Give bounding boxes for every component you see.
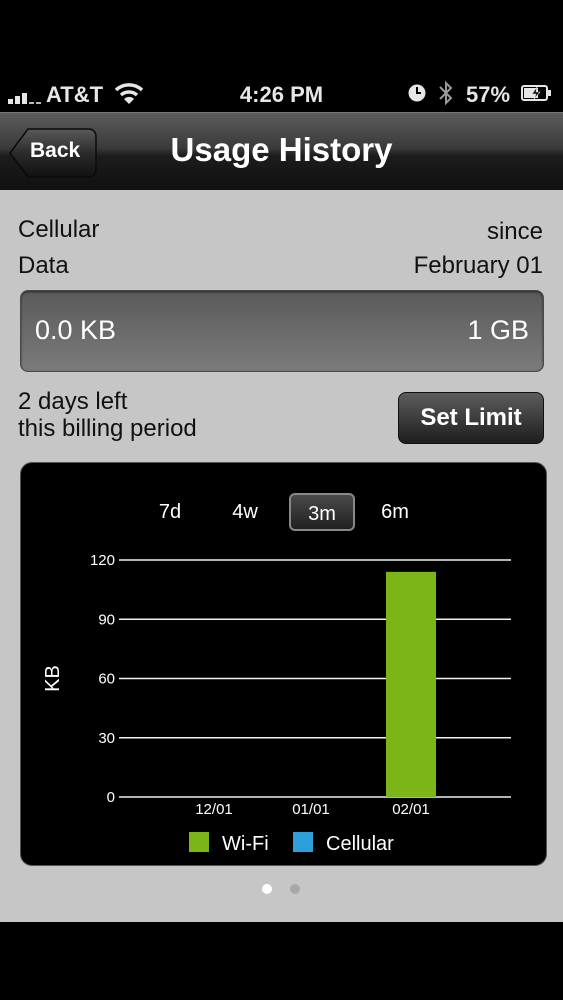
bottom-area: [0, 922, 563, 1000]
page-dot-1[interactable]: [262, 884, 272, 894]
navigation-bar: Back Usage History: [0, 112, 563, 191]
legend-label: Cellular: [326, 833, 394, 855]
page-title: Usage History: [170, 131, 393, 168]
usage-type-sublabel: Data: [18, 252, 69, 279]
page-indicator[interactable]: [0, 884, 563, 896]
legend-label: Wi-Fi: [222, 833, 269, 855]
since-label: since: [486, 218, 543, 245]
x-tick-label: 01/01: [292, 801, 330, 818]
usage-bar-chart: 0 30 60 90 120 KB 12/01 01/01 02/01 Wi-Fi Cellular: [42, 552, 511, 855]
y-tick-label: 0: [107, 789, 115, 806]
bluetooth-icon: [439, 80, 453, 106]
y-axis-label: KB: [42, 665, 64, 692]
days-left-text: 2 days left: [18, 388, 128, 415]
usage-content: Cellular Data since February 01 0.0 KB 1…: [0, 190, 563, 922]
billing-period-remaining: 2 days left this billing period: [18, 388, 197, 442]
y-tick-label: 120: [90, 552, 115, 569]
y-tick-label: 30: [98, 730, 115, 747]
usage-limit-value: 1 GB: [467, 315, 529, 345]
set-limit-button[interactable]: Set Limit: [398, 392, 544, 444]
y-tick-label: 60: [98, 671, 115, 688]
usage-chart-panel: 7d 4w 3m 6m 0 30 60 90 120 KB 12/01 01/01 02/01 W…: [20, 462, 547, 866]
legend-swatch-cellular: [293, 832, 313, 852]
page-dot-2[interactable]: [290, 884, 300, 894]
bar-wi-fi-02-01: [386, 571, 436, 797]
x-tick-label: 12/01: [195, 801, 233, 818]
usage-used-value: 0.0 KB: [35, 315, 117, 345]
since-date: February 01: [413, 252, 543, 279]
billing-period-text: this billing period: [18, 415, 197, 442]
legend-swatch-wi-fi: [189, 832, 209, 852]
usage-type-label: Cellular: [18, 216, 100, 243]
alarm-clock-icon: [408, 84, 426, 102]
status-bar: AT&T 4:26 PM 57%: [0, 0, 563, 112]
y-tick-label: 90: [98, 611, 115, 628]
battery-percentage: 57%: [466, 82, 511, 107]
usage-meter: 0.0 KB 1 GB: [20, 290, 544, 372]
x-tick-label: 02/01: [392, 801, 430, 818]
battery-charging-icon: [521, 85, 551, 101]
